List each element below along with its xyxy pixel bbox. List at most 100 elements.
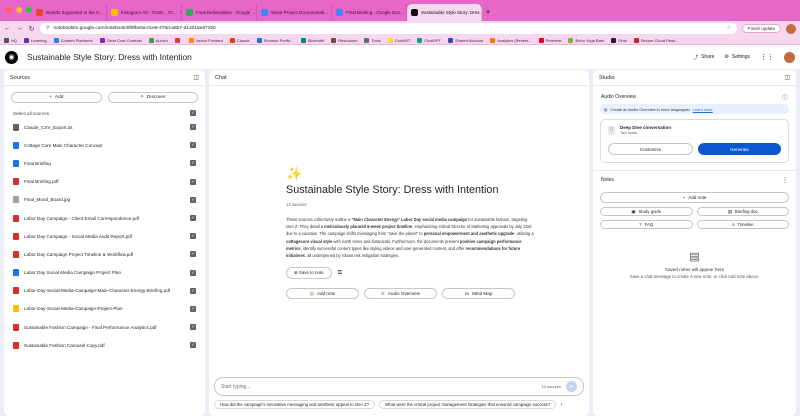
bookmark-item[interactable] [174,37,182,43]
bookmark-item[interactable]: Analytics (Revers... [490,37,532,43]
mind-map-button[interactable]: ⋈ Mind Map [442,288,515,300]
save-to-note-button[interactable]: ⊕ Save to note [286,267,332,280]
back-icon[interactable]: ← [4,25,11,32]
source-item[interactable]: Sustainable Fashion Campaign - Final Per… [4,318,205,336]
bookmark-item[interactable]: Content Platforms [53,37,93,43]
bookmark-item[interactable]: Shared Account [447,37,484,43]
finish-update-button[interactable]: Finish update [741,24,781,33]
bookmark-label: Shared Account [454,37,484,43]
file-icon [13,305,19,313]
learn-more-link[interactable]: Learn more [693,107,713,112]
source-item[interactable]: Final_Mood_Board.jpg ✓ [4,191,205,209]
bookmark-item[interactable]: CoinWIT [387,37,410,43]
info-icon[interactable]: ⓘ [782,93,788,102]
browser-tab[interactable]: Final Briefing - Google Doc...× [332,4,407,21]
site-info-icon[interactable]: ⚲ [46,26,50,31]
copy-icon[interactable]: ⧉ [338,270,342,277]
reload-icon[interactable]: ↻ [28,25,35,33]
pin-icon: ⊕ [294,270,298,276]
source-checkbox[interactable]: ✓ [190,178,196,185]
bookmark-item[interactable]: Learning [24,37,47,43]
suggestion-chip[interactable]: What were the critical project managemen… [379,400,557,409]
source-checkbox[interactable]: ✓ [190,160,196,167]
settings-button[interactable]: ⚙ Settings [724,54,750,60]
new-tab-button[interactable]: + [482,4,494,21]
forward-icon[interactable]: → [16,25,23,32]
source-checkbox[interactable]: ✓ [190,342,196,349]
source-item[interactable]: Claude_CSV_Export.txt ✓ [4,118,205,136]
source-checkbox[interactable]: ✓ [190,233,196,240]
source-item[interactable]: Labor Day Campaign - Client Email Corres… [4,209,205,227]
share-button[interactable]: ⤴ Share [693,54,714,61]
study-guide-button[interactable]: ▣ Study guide [600,207,693,216]
minimize-window-icon[interactable] [16,7,22,13]
suggestion-chip[interactable]: How did the campaign's innovative messag… [214,400,376,409]
faq-button[interactable]: ? FAQ [600,220,693,229]
browser-tab[interactable]: Wave Project Documentati...× [257,4,332,21]
browser-profile-avatar[interactable] [786,23,796,34]
collapse-panel-icon[interactable]: ◫ [193,74,199,81]
source-item[interactable]: Labor Day Campaign - Social Media Audit … [4,227,205,245]
bookmark-item[interactable]: Silverwiki [300,37,324,43]
browser-tab[interactable]: Final Deliverables - Google ...× [182,4,257,21]
source-item[interactable]: Sustainable Fashion Carousel Copy.pdf ✓ [4,336,205,354]
source-checkbox[interactable]: ✓ [190,287,196,294]
bookmark-item[interactable]: Secure Cloud Rese... [633,37,679,43]
bookmark-label: Content Platforms [60,37,93,43]
bookmark-star-icon[interactable]: ☆ [727,26,731,31]
browser-tab[interactable]: Brands Supported In the U...× [32,4,107,21]
bookmark-item[interactable]: Vector Fondant [188,37,223,43]
collapse-panel-icon[interactable]: ◫ [784,74,790,81]
browser-tab[interactable]: Instagram Art - TASE... Gr...× [107,4,182,21]
bookmark-item[interactable]: Resources [331,37,357,43]
source-item[interactable]: Final Briefing.pdf ✓ [4,173,205,191]
close-window-icon[interactable] [6,7,12,13]
source-item[interactable]: Labor-Day-Social-Media-Campaign-Project-… [4,300,205,318]
notebook-title[interactable]: Sustainable Style Story: Dress with Inte… [27,52,192,62]
notebooklm-logo-icon[interactable]: ◉ [5,50,18,64]
chat-input[interactable]: Start typing... 13 sources ➤ [214,377,584,396]
customize-button[interactable]: Customize [608,143,693,155]
bookmark-item[interactable]: ChatGPT [417,37,441,43]
source-item[interactable]: Labor-Day-Social-Media-Campaign-Main-Cha… [4,282,205,300]
source-checkbox[interactable]: ✓ [190,142,196,149]
source-checkbox[interactable]: ✓ [190,215,196,222]
avatar[interactable] [784,51,795,63]
source-checkbox[interactable]: ✓ [190,305,196,312]
apps-grid-icon[interactable]: ⋮⋮ [760,53,774,61]
timeline-button[interactable]: ≡ Timeline [696,220,789,229]
select-all-checkbox[interactable]: ✓ [190,110,196,116]
source-checkbox[interactable]: ✓ [190,251,196,258]
select-all-row[interactable]: Select all sources ✓ [4,108,205,118]
bookmark-item[interactable]: Clear Cost Contrast [99,37,142,43]
source-checkbox[interactable]: ✓ [190,124,196,131]
source-checkbox[interactable]: ✓ [190,196,196,203]
more-options-icon[interactable]: ⋮ [782,177,788,184]
chevron-right-icon[interactable]: › [560,402,562,408]
audio-overview-button[interactable]: ≋ Audio Overview [364,288,437,300]
source-item[interactable]: Labor Day Social Media Campaign Project … [4,264,205,282]
maximize-window-icon[interactable] [26,7,32,13]
bookmark-item[interactable]: Grok [611,37,627,43]
briefing-doc-button[interactable]: ▤ Briefing doc [696,207,789,216]
send-icon[interactable]: ➤ [566,381,577,392]
bookmark-item[interactable]: Claude [229,37,250,43]
browser-tab[interactable]: Sustainable Style Story: Dres...× [407,4,482,21]
add-source-button[interactable]: + Add [11,92,102,103]
source-checkbox[interactable]: ✓ [190,324,196,331]
discover-button[interactable]: ✧ Discover [107,92,198,103]
generate-button[interactable]: Generate [698,143,781,155]
bookmark-item[interactable]: Tools [364,37,381,43]
source-item[interactable]: Final Briefing ✓ [4,154,205,172]
bookmark-item[interactable]: Aurora [148,37,168,43]
bookmark-item[interactable]: HQ [4,37,17,43]
source-checkbox[interactable]: ✓ [190,269,196,276]
source-item[interactable]: Labor Day Campaign Project Timeline & Wo… [4,245,205,263]
bookmark-item[interactable]: Pinterest [538,37,561,43]
address-bar[interactable]: ⚲ notebooklm.google.com/notebook/8f9fbe5… [40,23,737,34]
add-note-button[interactable]: + Add note [600,192,789,203]
bookmark-item[interactable]: Shortcut Portfo... [256,37,294,43]
add-note-action-button[interactable]: ▤ Add note [286,288,359,300]
bookmark-item[interactable]: Boho Yoga Bars [568,37,604,43]
source-item[interactable]: Cottage Core Main Character Concept ✓ [4,136,205,154]
